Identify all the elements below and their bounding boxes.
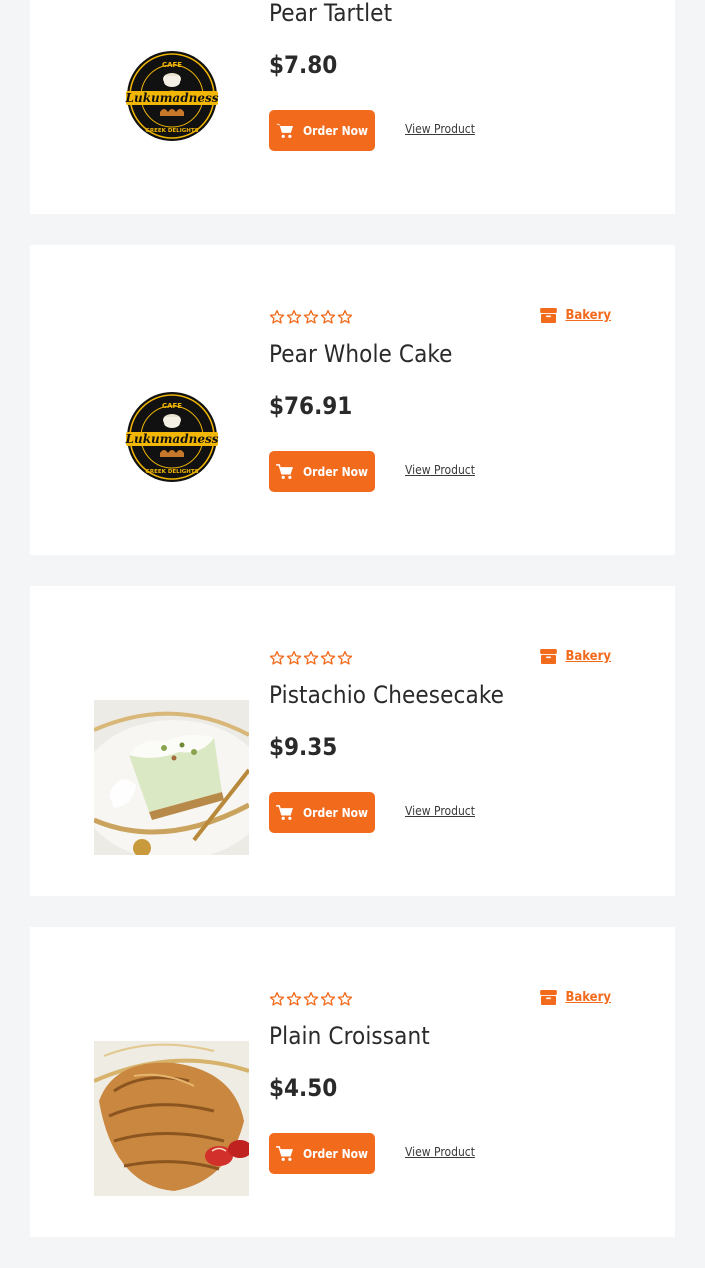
cafe-logo: CAFE Lukumadness GREEK DELIGHTS — [124, 50, 218, 141]
star-outline-icon — [286, 991, 302, 1007]
star-outline-icon — [303, 650, 319, 666]
category-link[interactable]: Bakery — [540, 990, 611, 1005]
star-rating — [269, 991, 353, 1007]
star-outline-icon — [337, 309, 353, 325]
product-price: $76.91 — [269, 392, 353, 420]
view-product-link[interactable]: View Product — [405, 463, 475, 477]
cheesecake-photo — [94, 700, 249, 855]
order-now-button[interactable]: Order Now — [269, 110, 375, 151]
star-rating — [269, 650, 353, 666]
order-now-label: Order Now — [302, 464, 369, 479]
category-link[interactable]: Bakery — [540, 649, 611, 664]
star-outline-icon — [303, 991, 319, 1007]
svg-text:Lukumadness: Lukumadness — [124, 432, 218, 446]
star-outline-icon — [286, 650, 302, 666]
shopping-cart-icon — [276, 463, 293, 479]
order-now-label: Order Now — [302, 805, 369, 820]
view-product-link[interactable]: View Product — [405, 804, 475, 818]
product-price: $7.80 — [269, 51, 338, 79]
product-title[interactable]: Pistachio Cheesecake — [269, 681, 504, 709]
product-image[interactable] — [94, 700, 249, 855]
svg-text:CAFE: CAFE — [161, 402, 181, 410]
box-icon — [540, 649, 558, 664]
star-outline-icon — [269, 991, 285, 1007]
svg-text:GREEK DELIGHTS: GREEK DELIGHTS — [145, 469, 198, 475]
product-price: $4.50 — [269, 1074, 338, 1102]
product-image[interactable]: CAFE Lukumadness GREEK DELIGHTS — [94, 359, 249, 514]
view-product-link[interactable]: View Product — [405, 122, 475, 136]
shopping-cart-icon — [276, 1145, 293, 1161]
order-now-button[interactable]: Order Now — [269, 792, 375, 833]
star-outline-icon — [286, 309, 302, 325]
svg-text:Lukumadness: Lukumadness — [124, 91, 218, 105]
product-card: Bakery Plain Croissant $4.50 Order Now V… — [30, 927, 675, 1237]
svg-text:CAFE: CAFE — [161, 61, 181, 69]
order-now-button[interactable]: Order Now — [269, 1133, 375, 1174]
category-link[interactable]: Bakery — [540, 308, 611, 323]
shopping-cart-icon — [276, 804, 293, 820]
star-outline-icon — [269, 309, 285, 325]
product-title[interactable]: Pear Whole Cake — [269, 340, 453, 368]
product-price: $9.35 — [269, 733, 338, 761]
product-list: CAFE Lukumadness GREEK DELIGHTS Pear Tar… — [30, 0, 675, 1268]
product-card: CAFE Lukumadness GREEK DELIGHTS Pear Tar… — [30, 0, 675, 214]
shopping-cart-icon — [276, 123, 293, 138]
order-now-label: Order Now — [302, 123, 369, 138]
star-outline-icon — [320, 991, 336, 1007]
order-now-label: Order Now — [302, 1146, 369, 1161]
cafe-logo: CAFE Lukumadness GREEK DELIGHTS — [124, 391, 218, 482]
box-icon — [540, 308, 558, 323]
category-label: Bakery — [565, 308, 611, 323]
view-product-link[interactable]: View Product — [405, 1145, 475, 1159]
star-outline-icon — [269, 650, 285, 666]
star-outline-icon — [337, 650, 353, 666]
category-label: Bakery — [565, 990, 611, 1005]
order-now-button[interactable]: Order Now — [269, 451, 375, 492]
product-image[interactable]: CAFE Lukumadness GREEK DELIGHTS — [94, 18, 249, 173]
category-label: Bakery — [565, 649, 611, 664]
star-rating — [269, 309, 353, 325]
product-title[interactable]: Pear Tartlet — [269, 0, 392, 27]
box-icon — [540, 990, 558, 1005]
product-card: Bakery Pistachio Cheesecake $9.35 Order … — [30, 586, 675, 896]
svg-text:GREEK DELIGHTS: GREEK DELIGHTS — [145, 128, 198, 134]
star-outline-icon — [320, 309, 336, 325]
product-image[interactable] — [94, 1041, 249, 1196]
star-outline-icon — [320, 650, 336, 666]
star-outline-icon — [337, 991, 353, 1007]
product-card: Bakery CAFE Lukumadness GREEK DELIGHTS P… — [30, 245, 675, 555]
croissant-photo — [94, 1041, 249, 1196]
star-outline-icon — [303, 309, 319, 325]
product-title[interactable]: Plain Croissant — [269, 1022, 430, 1050]
